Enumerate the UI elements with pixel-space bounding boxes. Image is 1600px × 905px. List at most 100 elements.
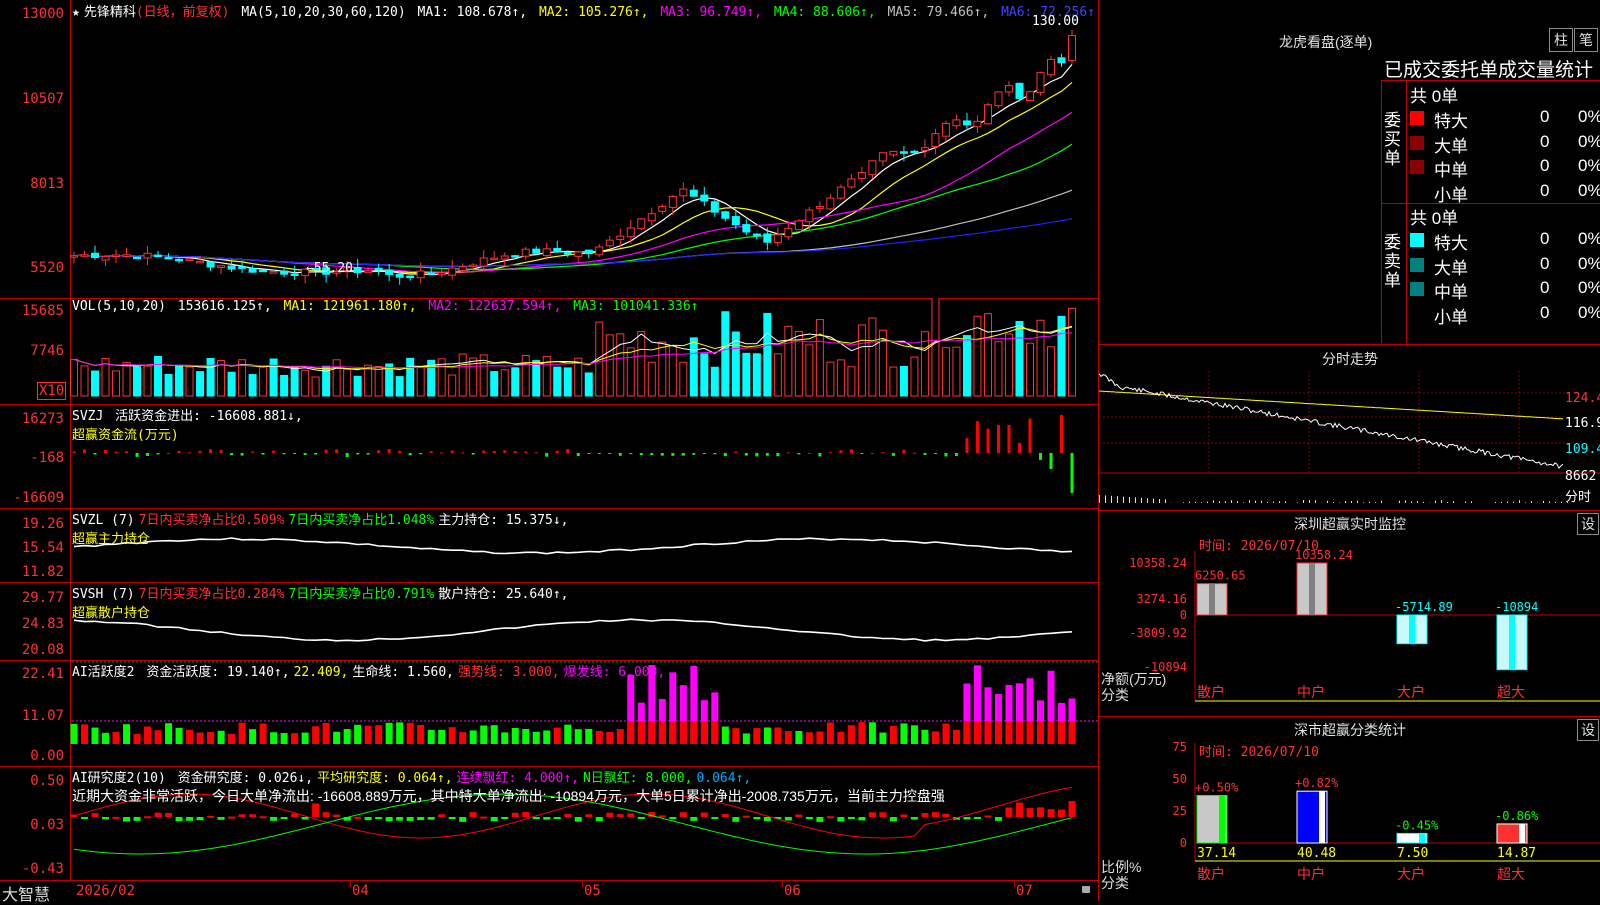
- volume-bar: [281, 375, 288, 396]
- price-panel[interactable]: 13000 10507 8013 5520 ★先锋精科(日线，前复权) MA(5…: [0, 0, 1098, 299]
- volume-bar: [1047, 347, 1054, 396]
- research-bar: [417, 817, 424, 820]
- activity-bar: [501, 732, 508, 744]
- volume-panel[interactable]: 15685 7746 X10 VOL(5,10,20) 153616.125↑,…: [0, 298, 1098, 405]
- candle-body: [543, 249, 550, 256]
- ratio-bar-chart[interactable]: 7550250+0.50%37.14散户+0.82%40.48中户-0.45%7…: [1099, 717, 1600, 901]
- sell-percent: 0%: [1578, 254, 1600, 274]
- intraday-volume: [1297, 502, 1298, 503]
- sz-class-panel[interactable]: 深市超赢分类统计 设 时间: 2026/07/10 7550250+0.50%3…: [1098, 716, 1600, 901]
- volume-bar: [1005, 334, 1012, 396]
- ai1-c: 生命线: 1.560,: [352, 665, 454, 680]
- ai-research-panel[interactable]: 0.50 0.03 -0.43 AI研究度2(10) 资金研究度: 0.026↓…: [0, 766, 1098, 880]
- research-bar: [963, 817, 970, 820]
- activity-bar: [890, 726, 897, 744]
- activity-bar: [218, 731, 225, 744]
- intraday-volume: [1495, 502, 1496, 503]
- research-bar: [743, 816, 750, 818]
- research-bar: [575, 817, 582, 822]
- monitor-bar-shade: [1509, 615, 1515, 670]
- activity-base-bar: [648, 721, 655, 744]
- sz-monitor-panel[interactable]: 深圳超赢实时监控 设 时间: 2026/07/10 10358.243274.1…: [1098, 510, 1600, 717]
- flow-bar: [115, 452, 118, 453]
- volume-bar: [449, 375, 456, 396]
- candle-body: [1016, 83, 1023, 98]
- flow-bar: [157, 453, 160, 454]
- longhu-header: 已成交委托单成交量统计: [1384, 55, 1593, 82]
- activity-base-bar: [1005, 721, 1012, 744]
- tick-mode-button[interactable]: 笔: [1574, 28, 1598, 52]
- date-tick: [582, 881, 583, 887]
- monitor-bar-shade: [1209, 584, 1215, 615]
- date-label: 07: [1016, 883, 1033, 899]
- svzj-legend: SVZJ 活跃资金进出: -16608.881↓, 超赢资金流(万元): [72, 405, 307, 443]
- research-bar: [438, 814, 445, 817]
- vol-ma3: MA3: 101041.336↑: [573, 299, 698, 314]
- svzl-panel[interactable]: 19.26 15.54 11.82 SVZL (7)7日内买卖净占比0.509%…: [0, 508, 1098, 583]
- ma-legend: ★先锋精科(日线，前复权) MA(5,10,20,30,60,120) MA1:…: [72, 1, 1099, 20]
- research-bar: [1047, 809, 1054, 817]
- intraday-panel[interactable]: 分时走势 124.4 116.9 109.4 8662 分时: [1098, 344, 1600, 511]
- candle-body: [102, 256, 109, 260]
- intraday-volume: [1309, 500, 1310, 503]
- volume-bar: [228, 372, 235, 396]
- candle-body: [848, 179, 855, 187]
- candle-body: [774, 235, 781, 243]
- activity-bar: [816, 731, 823, 744]
- candle-body: [1069, 36, 1076, 61]
- intraday-chart[interactable]: [1099, 345, 1600, 511]
- intraday-volume: [1543, 501, 1544, 503]
- candle-body: [858, 173, 865, 179]
- volume-bar: [134, 367, 141, 396]
- monitor-bar-shade: [1409, 615, 1415, 644]
- class-bar-shade: [1419, 833, 1425, 843]
- buy-name: 小单: [1434, 181, 1468, 206]
- lock-icon[interactable]: [1082, 886, 1090, 893]
- flow-bar: [293, 453, 296, 454]
- candle-body: [732, 217, 739, 225]
- column-mode-button[interactable]: 柱: [1549, 28, 1573, 52]
- intraday-volume: [1405, 500, 1406, 503]
- activity-bar: [470, 730, 477, 744]
- activity-bar: [900, 723, 907, 744]
- buy-total: 共 0单: [1410, 82, 1458, 107]
- volume-bar: [207, 358, 214, 396]
- intraday-volume: [1333, 502, 1334, 503]
- ai-activity-panel[interactable]: 22.41 11.07 0.00 AI活跃度2 资金活跃度: 19.140↑,2…: [0, 660, 1098, 767]
- activity-bar: [165, 723, 172, 744]
- buy-section: 委买单 共 0单 特大00%大单00%中单00%小单00%: [1382, 81, 1600, 204]
- flow-bar: [1018, 443, 1021, 453]
- candle-body: [470, 265, 477, 267]
- volume-bar: [459, 354, 466, 396]
- flow-bar: [1007, 425, 1010, 453]
- intraday-volume: [1195, 502, 1196, 503]
- net-amount-bar-chart[interactable]: 10358.243274.160-3809.92-108946250.65散户1…: [1099, 511, 1600, 717]
- intraday-volume: [1117, 496, 1118, 503]
- intraday-volume: [1531, 501, 1532, 503]
- ai1-e: 爆发线: 6.000,: [564, 665, 666, 680]
- candle-body: [827, 198, 834, 209]
- research-bar: [522, 812, 529, 817]
- activity-base-bar: [638, 721, 645, 744]
- svsh-panel[interactable]: 29.77 24.83 20.08 SVSH (7)7日内买卖净占比0.284%…: [0, 582, 1098, 661]
- candle-body: [438, 273, 445, 275]
- candle-body: [806, 210, 813, 222]
- ma2-value: MA2: 105.276↑,: [539, 5, 649, 20]
- intraday-volume: [1159, 499, 1160, 503]
- candle-body: [176, 259, 183, 261]
- longhu-panel: 龙虎看盘(逐单) 柱 笔 已成交委托单成交量统计 委买单 共 0单 特大00%大…: [1098, 0, 1600, 344]
- intraday-volume: [1129, 497, 1130, 503]
- intraday-volume: [1411, 501, 1412, 503]
- buy-percent: 0%: [1578, 132, 1600, 152]
- research-bar: [711, 817, 718, 819]
- candlestick-chart[interactable]: [0, 0, 1098, 298]
- volume-bar: [344, 369, 351, 396]
- ma2-line: [74, 82, 1072, 272]
- buy-volume: 0: [1540, 107, 1549, 127]
- buy-percent: 0%: [1578, 181, 1600, 201]
- research-bar: [228, 817, 235, 819]
- svsh-a: 7日内买卖净占比0.284%: [139, 587, 285, 602]
- activity-bar: [837, 732, 844, 744]
- candle-body: [995, 92, 1002, 106]
- svzj-panel[interactable]: 16273 -168 -16609 SVZJ 活跃资金进出: -16608.88…: [0, 404, 1098, 509]
